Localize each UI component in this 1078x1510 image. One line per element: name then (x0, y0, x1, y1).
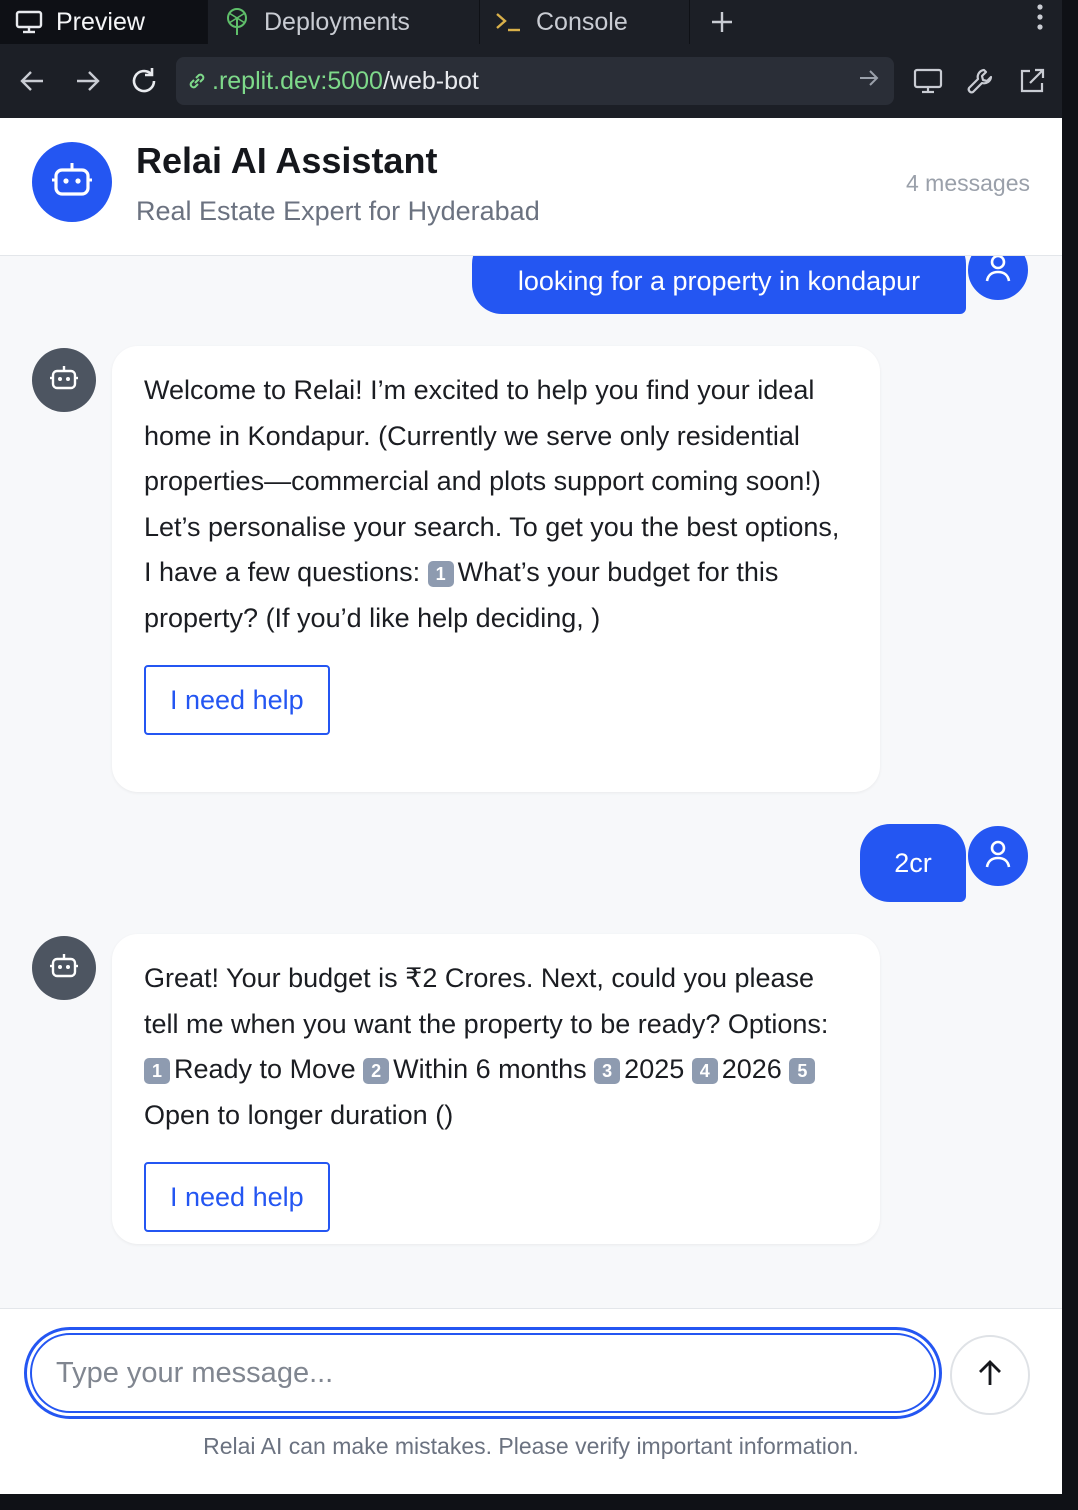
need-help-button[interactable]: I need help (144, 1162, 330, 1232)
user-message-text: 2cr (894, 847, 932, 878)
open-external-icon[interactable] (1016, 57, 1048, 105)
tab-deployments-label: Deployments (264, 7, 410, 36)
go-arrow-icon[interactable] (858, 67, 880, 96)
tab-preview[interactable]: Preview (0, 0, 208, 44)
assistant-avatar (32, 142, 112, 222)
tab-deployments[interactable]: Deployments (208, 0, 480, 44)
url-field[interactable]: .replit.dev:5000/web-bot (176, 57, 894, 105)
terminal-icon (494, 7, 524, 37)
bot-icon (49, 364, 79, 397)
url-path: /web-bot (382, 66, 479, 95)
disclaimer-text: Relai AI can make mistakes. Please verif… (203, 1433, 859, 1459)
scrollbar-track (1062, 0, 1078, 1510)
message-input[interactable] (56, 1356, 934, 1390)
bot-avatar (32, 936, 96, 1000)
forward-button[interactable] (60, 53, 116, 109)
message-count: 4 messages (905, 170, 1030, 196)
back-button[interactable] (4, 53, 60, 109)
page-subtitle: Real Estate Expert for Hyderabad (136, 196, 540, 226)
kebab-menu-icon[interactable] (1036, 2, 1044, 42)
keycap-2-icon: 2 (363, 1058, 390, 1084)
address-bar: .replit.dev:5000/web-bot (0, 44, 1062, 118)
chat-app: Relai AI Assistant Real Estate Expert fo… (0, 118, 1062, 1494)
tab-console[interactable]: Console (480, 0, 690, 44)
keycap-1-icon: 1 (144, 1058, 170, 1084)
user-message-text: looking for a property in kondapur (517, 265, 921, 296)
user-message: looking for a property in kondapur (472, 256, 966, 314)
send-button[interactable] (950, 1335, 1030, 1415)
user-avatar (966, 256, 1030, 302)
user-message: 2cr (860, 824, 966, 902)
bot-avatar (32, 348, 96, 412)
arrow-up-icon (977, 1359, 1003, 1392)
devtools-monitor-icon[interactable] (912, 57, 944, 105)
composer: Relai AI can make mistakes. Please verif… (0, 1308, 1062, 1494)
url-host: .replit.dev:5000 (212, 66, 383, 95)
tab-preview-label: Preview (56, 7, 145, 36)
tab-console-label: Console (536, 7, 628, 36)
replit-tab-bar: Preview Deployments Console (0, 0, 1062, 44)
wrench-icon[interactable] (964, 57, 996, 105)
need-help-button[interactable]: I need help (144, 665, 330, 735)
new-tab-button[interactable] (690, 0, 754, 44)
bot-message-text: Welcome to Relai! I’m excited to help yo… (144, 375, 840, 633)
bot-message: Great! Your budget is ₹2 Crores. Next, c… (112, 934, 880, 1244)
monitor-icon (14, 7, 44, 37)
keycap-1-icon: 1 (427, 561, 454, 587)
chat-header: Relai AI Assistant Real Estate Expert fo… (0, 118, 1062, 256)
message-input-wrapper (24, 1327, 942, 1419)
user-icon (984, 256, 1012, 288)
keycap-4-icon: 4 (691, 1058, 718, 1084)
bot-icon (51, 160, 93, 205)
deploy-icon (222, 7, 252, 37)
reload-button[interactable] (116, 53, 172, 109)
bot-message-text: Great! Your budget is ₹2 Crores. Next, c… (144, 963, 829, 1130)
message-list: looking for a property in kondapur Welco… (0, 256, 1062, 1308)
bot-icon (49, 952, 79, 985)
page-title: Relai AI Assistant (136, 140, 438, 181)
user-avatar (966, 824, 1030, 888)
keycap-3-icon: 3 (594, 1058, 621, 1084)
message-input-box (30, 1333, 936, 1413)
link-icon (186, 70, 208, 92)
user-icon (984, 839, 1012, 874)
bottom-edge (0, 1494, 1078, 1510)
bot-message: Welcome to Relai! I’m excited to help yo… (112, 346, 880, 792)
keycap-5-icon: 5 (789, 1058, 816, 1084)
